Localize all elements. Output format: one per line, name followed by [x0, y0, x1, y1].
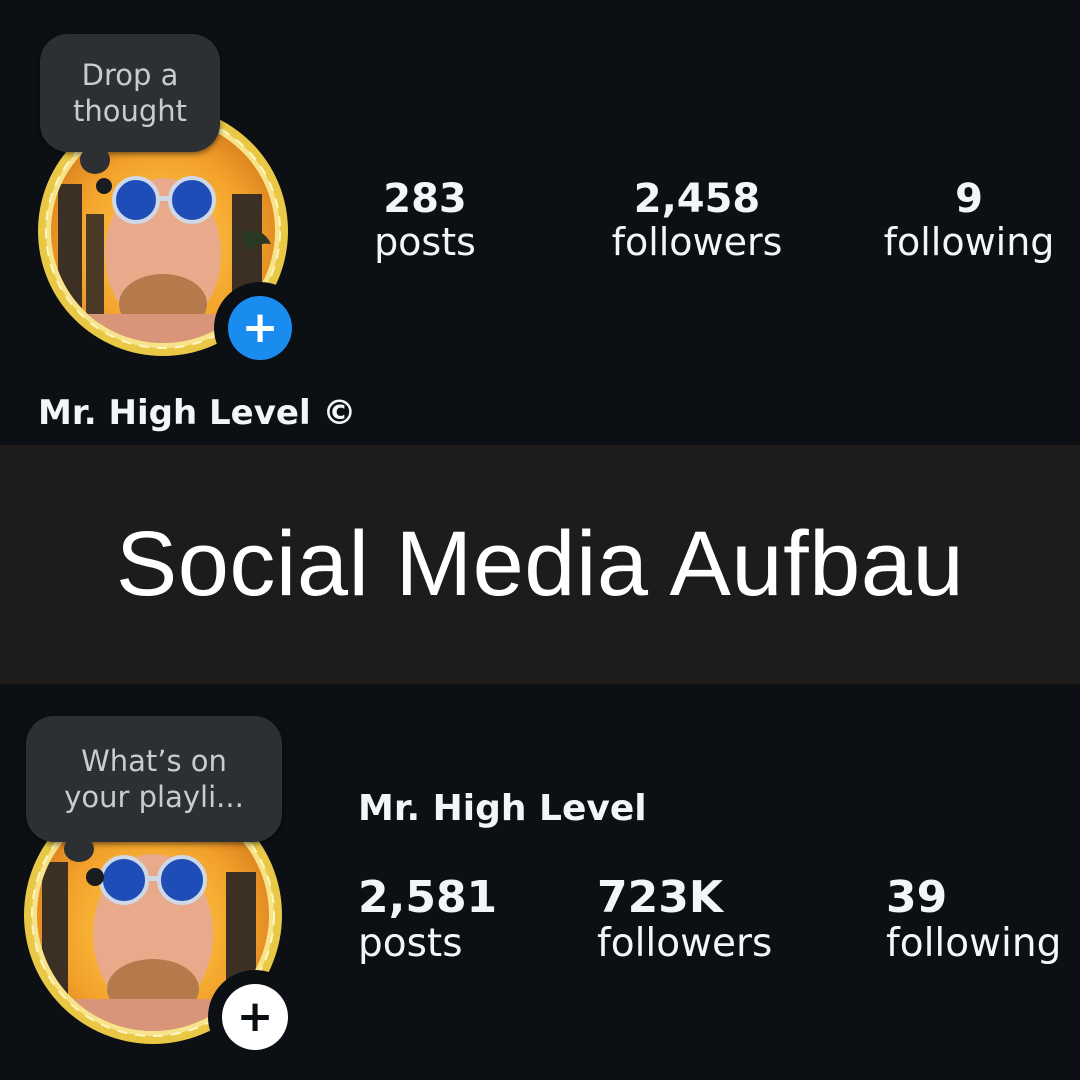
note-bubble-tail-dot [86, 868, 104, 886]
banner-title: Social Media Aufbau [115, 513, 965, 615]
followers-count[interactable]: 2,458 followers [597, 176, 797, 264]
add-story-button[interactable]: + [214, 282, 306, 374]
followers-count[interactable]: 723K followers [597, 872, 772, 966]
note-bubble-tail [64, 836, 94, 862]
posts-count[interactable]: 2,581 posts [358, 872, 497, 966]
note-line-1: What’s on [81, 743, 227, 778]
plus-icon: + [228, 296, 292, 360]
following-count[interactable]: 39 following [886, 872, 1061, 966]
following-value: 9 [955, 176, 983, 222]
profile-name: Mr. High Level [358, 788, 647, 829]
note-bubble[interactable]: Drop a thought [40, 34, 220, 152]
note-bubble-tail-dot [96, 178, 112, 194]
posts-value: 283 [383, 176, 467, 222]
followers-label: followers [597, 921, 773, 966]
top-profile-header: Drop a thought + 283 posts 2,458 followe… [0, 0, 1080, 445]
followers-value: 2,458 [633, 176, 761, 222]
note-bubble-tail [80, 146, 110, 174]
following-count[interactable]: 9 following [872, 176, 1066, 264]
plus-icon: + [222, 984, 288, 1050]
posts-count[interactable]: 283 posts [345, 176, 505, 264]
following-label: following [883, 220, 1055, 264]
posts-value: 2,581 [358, 872, 498, 923]
note-line-2: your playli... [64, 780, 244, 814]
bottom-profile-header: What’s on your playli... + Mr. High Leve… [0, 684, 1080, 1080]
following-label: following [886, 921, 1062, 966]
note-line-2: thought [72, 94, 188, 128]
following-value: 39 [886, 872, 948, 923]
posts-label: posts [358, 921, 463, 966]
posts-label: posts [374, 220, 476, 264]
note-bubble[interactable]: What’s on your playli... [26, 716, 282, 842]
add-story-button[interactable]: + [208, 970, 302, 1064]
followers-value: 723K [597, 872, 723, 923]
banner: Social Media Aufbau [0, 445, 1080, 684]
note-line-1: Drop a [81, 57, 179, 92]
profile-name: Mr. High Level © [38, 393, 357, 433]
followers-label: followers [611, 220, 783, 264]
